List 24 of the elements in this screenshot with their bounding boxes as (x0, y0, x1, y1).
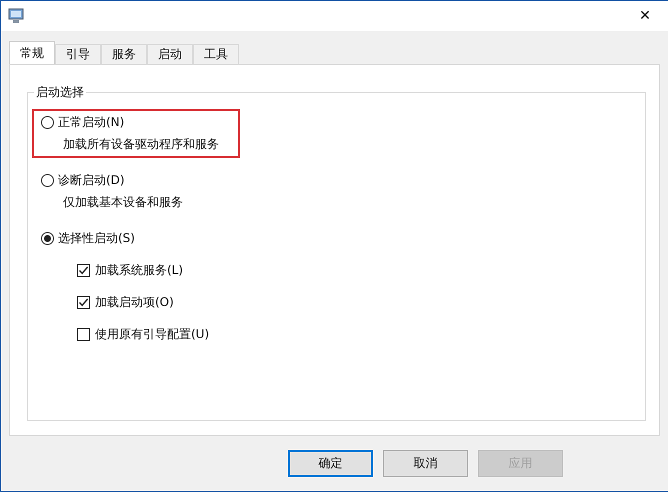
radio-button[interactable] (41, 174, 54, 186)
radio-button[interactable] (41, 116, 54, 128)
option-description: 加载所有设备驱动程序和服务 (63, 136, 220, 153)
checkbox-label[interactable]: 加载系统服务(L) (95, 262, 184, 278)
checkbox[interactable] (77, 264, 90, 276)
option-label[interactable]: 正常启动(N) (58, 114, 124, 130)
checkbox[interactable] (77, 296, 90, 308)
radio-button[interactable] (41, 232, 54, 244)
checkbox-label[interactable]: 使用原有引导配置(U) (95, 326, 210, 342)
computer-icon (8, 8, 24, 24)
tab[interactable]: 引导 (55, 44, 101, 64)
option-description: 仅加载基本设备和服务 (63, 194, 184, 211)
dialog-button[interactable]: 确定 (288, 450, 373, 477)
checkbox[interactable] (77, 328, 90, 340)
group-title: 启动选择 (34, 84, 86, 101)
tab[interactable]: 常规 (9, 41, 55, 64)
option-label[interactable]: 诊断启动(D) (58, 172, 125, 188)
tab[interactable]: 工具 (193, 44, 239, 64)
dialog-button[interactable]: 取消 (383, 450, 468, 477)
tab[interactable]: 服务 (101, 44, 147, 64)
checkbox-label[interactable]: 加载启动项(O) (95, 294, 174, 310)
option-label[interactable]: 选择性启动(S) (58, 230, 135, 246)
close-button[interactable]: ✕ (622, 1, 668, 31)
tab[interactable]: 启动 (147, 44, 193, 64)
